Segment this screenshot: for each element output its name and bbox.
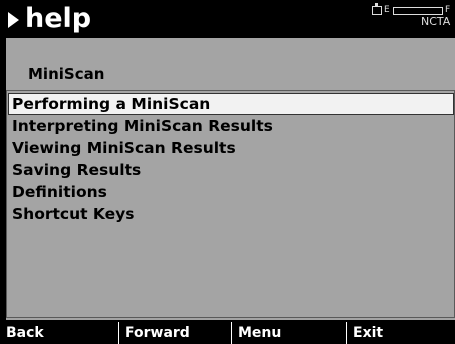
- forward-button[interactable]: Forward: [118, 322, 231, 344]
- play-arrow-icon: [8, 12, 19, 28]
- exit-button[interactable]: Exit: [346, 322, 455, 344]
- list-item-interpreting-results[interactable]: Interpreting MiniScan Results: [8, 115, 454, 137]
- list-item-performing-miniscan[interactable]: Performing a MiniScan: [8, 93, 454, 115]
- help-window: MiniScan Performing a MiniScan Interpret…: [6, 38, 455, 320]
- menu-button[interactable]: Menu: [231, 322, 346, 344]
- battery-empty-label: E: [384, 5, 390, 15]
- list-item-saving-results[interactable]: Saving Results: [8, 159, 454, 181]
- list-item-viewing-results[interactable]: Viewing MiniScan Results: [8, 137, 454, 159]
- softkey-bar: Back Forward Menu Exit: [0, 320, 455, 344]
- help-topic-list: Performing a MiniScan Interpreting MiniS…: [6, 90, 455, 318]
- list-item-shortcut-keys[interactable]: Shortcut Keys: [8, 203, 454, 225]
- title-bar: help E F NCTA: [0, 0, 455, 38]
- page-title: help: [25, 3, 92, 34]
- back-button[interactable]: Back: [0, 322, 118, 344]
- section-title: MiniScan: [28, 65, 105, 83]
- battery-terminal-icon: [372, 3, 382, 15]
- battery-level-bar: [393, 7, 443, 15]
- list-item-definitions[interactable]: Definitions: [8, 181, 454, 203]
- mode-label: NCTA: [421, 15, 451, 28]
